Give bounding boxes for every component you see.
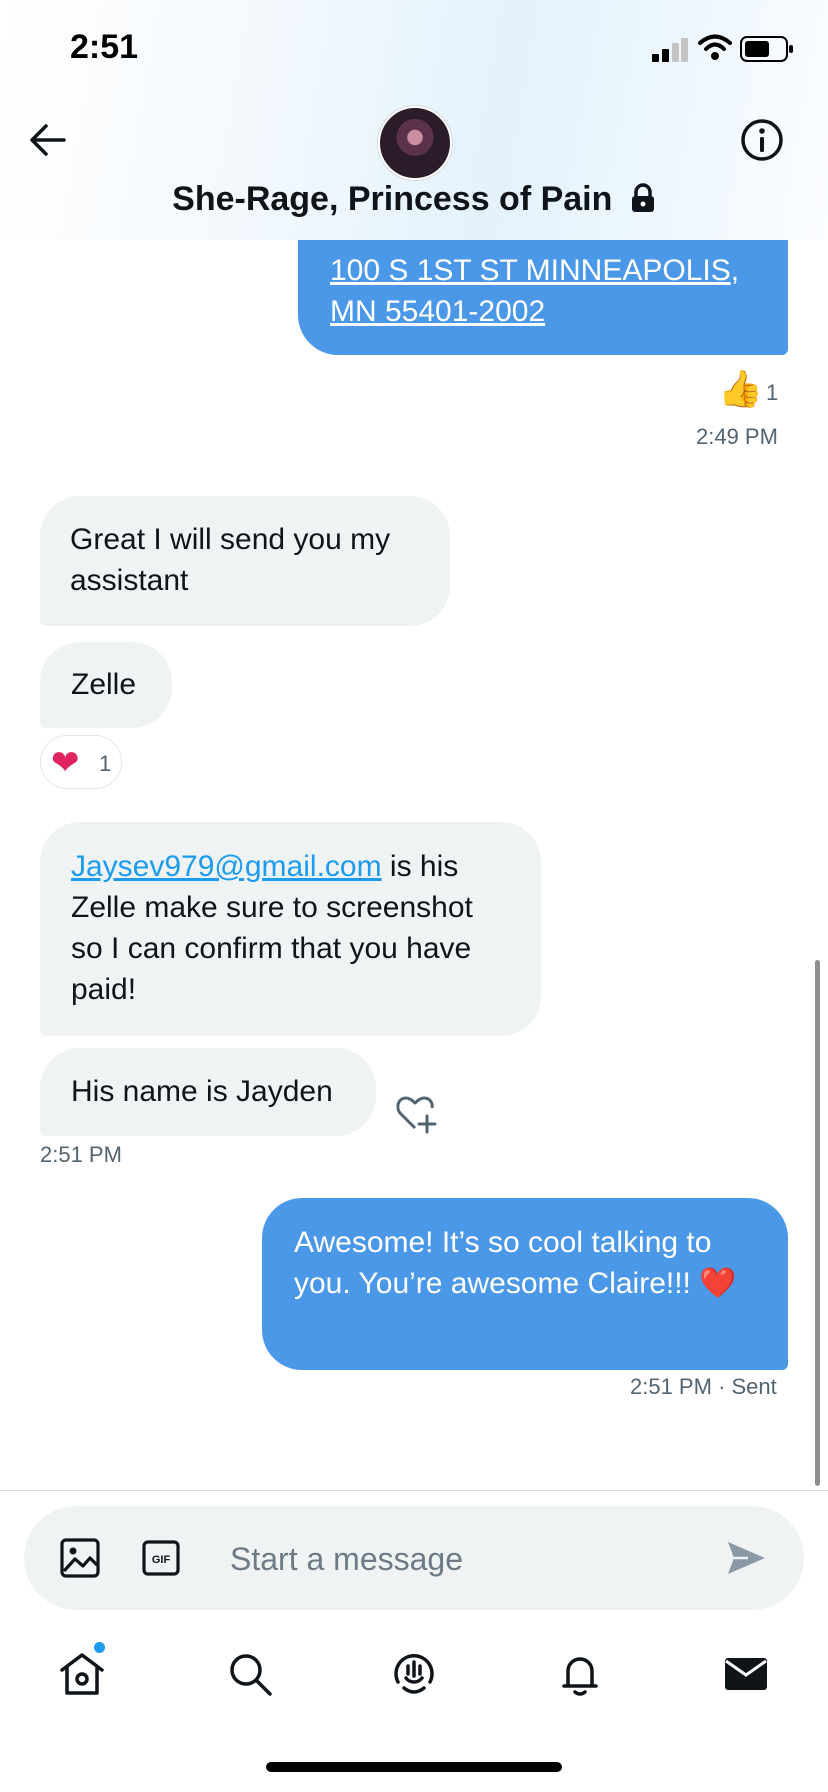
email-link[interactable]: Jaysev979@gmail.com	[71, 850, 382, 883]
scrollbar[interactable]	[815, 960, 820, 1486]
thumbs-up-reaction[interactable]: 👍	[718, 368, 763, 410]
message-composer: GIF	[24, 1506, 804, 1610]
lock-icon	[631, 183, 654, 212]
back-arrow-icon[interactable]	[26, 118, 70, 162]
search-icon[interactable]	[226, 1650, 274, 1698]
conversation-header: 2:51 She-Rage, Princess of Pain	[0, 0, 828, 240]
spaces-icon[interactable]	[390, 1650, 438, 1698]
cellular-signal-icon	[652, 38, 688, 62]
message-timestamp: 2:51 PM	[40, 1142, 122, 1167]
message-incoming[interactable]: His name is Jayden	[40, 1048, 376, 1136]
status-time: 2:51	[70, 28, 139, 66]
message-incoming[interactable]: Zelle	[40, 642, 172, 728]
message-timestamp: 2:49 PM	[696, 424, 778, 449]
heart-reaction[interactable]: ❤ 1	[40, 735, 122, 789]
add-reaction-heart-icon[interactable]	[394, 1092, 438, 1136]
message-timestamp: 2:51 PM · Sent	[630, 1374, 777, 1400]
svg-text:GIF: GIF	[152, 1554, 171, 1566]
home-icon[interactable]	[58, 1650, 106, 1698]
battery-icon	[740, 36, 793, 62]
message-incoming[interactable]: Jaysev979@gmail.com is his Zelle make su…	[40, 822, 541, 1036]
gif-icon[interactable]: GIF	[142, 1540, 180, 1576]
avatar[interactable]	[378, 106, 452, 180]
conversation-name: She-Rage, Princess of Pain	[172, 180, 613, 218]
message-input[interactable]	[228, 1528, 722, 1590]
page-title[interactable]: She-Rage, Princess of Pain	[0, 180, 828, 219]
reaction-count: 1	[99, 751, 112, 776]
composer-divider	[0, 1490, 828, 1491]
delivery-status: · Sent	[718, 1374, 777, 1399]
message-outgoing[interactable]: Awesome! It’s so cool talking to you. Yo…	[262, 1198, 788, 1370]
reaction-count: 1	[766, 380, 779, 405]
timestamp-time: 2:51 PM	[630, 1374, 712, 1399]
messages-icon[interactable]	[722, 1650, 770, 1698]
message-incoming[interactable]: Great I will send you my assistant	[40, 496, 450, 626]
send-icon[interactable]	[724, 1536, 768, 1580]
image-icon[interactable]	[60, 1538, 100, 1578]
heart-icon: ❤	[51, 744, 80, 782]
notifications-icon[interactable]	[556, 1650, 604, 1698]
home-indicator	[266, 1762, 562, 1772]
info-icon[interactable]	[740, 118, 784, 162]
unread-dot	[94, 1642, 105, 1653]
wifi-icon	[698, 34, 732, 60]
